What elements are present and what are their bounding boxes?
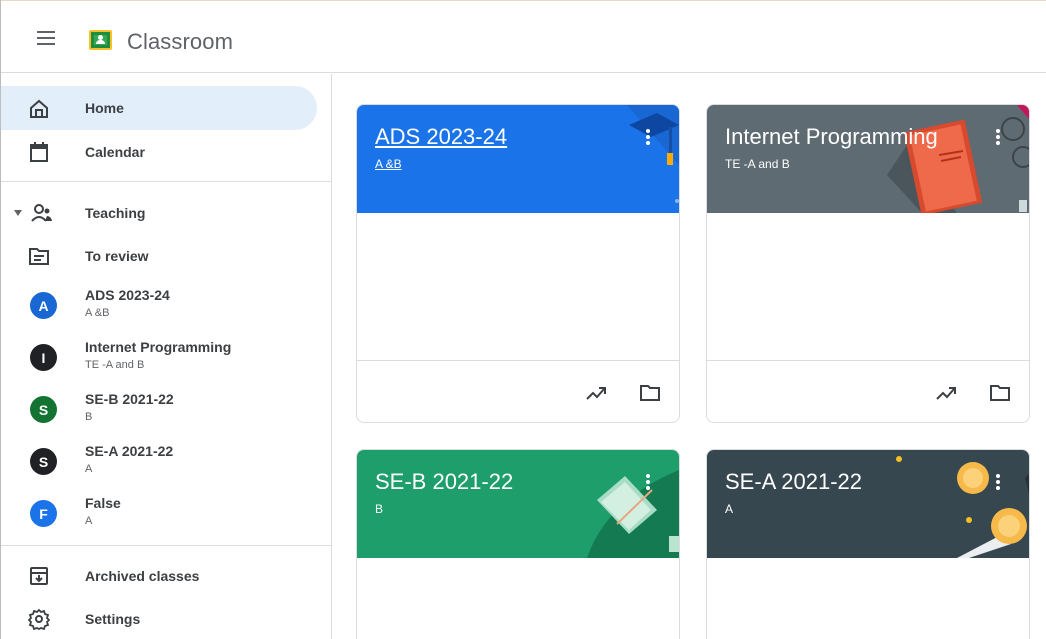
class-section: TE -A and B <box>85 359 145 371</box>
class-card[interactable]: ADS 2023-24 A &B <box>356 104 680 423</box>
class-section: A <box>85 463 93 475</box>
sidebar-item-class[interactable]: S SE-A 2021-22 A <box>1 436 317 486</box>
class-card[interactable]: SE-A 2021-22 A <box>706 449 1030 639</box>
sidebar-item-label: To review <box>85 248 149 264</box>
app-title[interactable]: Classroom <box>127 29 233 55</box>
banner-illustration <box>587 470 679 558</box>
sidebar-item-calendar[interactable]: Calendar <box>1 130 317 174</box>
card-banner[interactable]: Internet Programming TE -A and B <box>707 105 1029 213</box>
classroom-logo-icon[interactable] <box>89 30 112 50</box>
sidebar-item-home[interactable]: Home <box>1 86 317 130</box>
trending-up-icon[interactable] <box>935 383 957 403</box>
sidebar-divider <box>1 181 331 182</box>
sidebar-item-settings[interactable]: Settings <box>1 597 317 639</box>
sidebar-item-label: Home <box>85 100 124 116</box>
sidebar-item-label: Settings <box>85 611 141 627</box>
class-name: SE-A 2021-22 <box>85 443 174 459</box>
class-card[interactable]: SE-B 2021-22 B <box>356 449 680 639</box>
home-icon <box>30 99 48 118</box>
folder-icon[interactable] <box>989 383 1011 403</box>
banner-illustration <box>627 105 679 203</box>
class-section: B <box>85 411 93 423</box>
people-icon <box>31 204 52 222</box>
sidebar-item-class[interactable]: I Internet Programming TE -A and B <box>1 332 317 382</box>
sidebar-divider <box>1 545 331 546</box>
sidebar-item-class[interactable]: F False A <box>1 488 317 538</box>
sidebar-item-label: Teaching <box>85 205 146 221</box>
gear-icon <box>28 608 50 630</box>
folder-icon[interactable] <box>639 383 661 403</box>
sidebar-item-archived[interactable]: Archived classes <box>1 554 317 598</box>
avatar: F <box>30 500 57 527</box>
review-folder-icon <box>29 248 49 265</box>
more-vert-icon[interactable] <box>995 472 1001 492</box>
card-footer <box>707 360 1029 422</box>
avatar: A <box>30 292 57 319</box>
class-section: A &B <box>85 307 110 319</box>
sidebar-item-label: Archived classes <box>85 568 200 584</box>
card-footer <box>357 360 679 422</box>
card-section[interactable]: B <box>375 502 383 516</box>
class-name: Internet Programming <box>85 339 232 355</box>
archive-icon <box>30 567 48 585</box>
class-section: A <box>85 515 93 527</box>
card-title[interactable]: SE-A 2021-22 <box>725 469 862 495</box>
card-title[interactable]: SE-B 2021-22 <box>375 469 513 495</box>
class-card[interactable]: Internet Programming TE -A and B <box>706 104 1030 423</box>
menu-icon[interactable] <box>37 31 55 45</box>
trending-up-icon[interactable] <box>585 383 607 403</box>
calendar-icon <box>30 142 48 162</box>
avatar: I <box>30 344 57 371</box>
class-name: False <box>85 495 121 511</box>
app-header: Classroom <box>1 1 1046 73</box>
card-banner[interactable]: SE-A 2021-22 A <box>707 450 1029 558</box>
sidebar-item-to-review[interactable]: To review <box>1 234 317 278</box>
class-name: SE-B 2021-22 <box>85 391 174 407</box>
banner-illustration <box>896 456 1029 558</box>
sidebar-item-teaching[interactable]: Teaching <box>1 191 317 235</box>
card-section[interactable]: A <box>725 502 733 516</box>
more-vert-icon[interactable] <box>645 472 651 492</box>
more-vert-icon[interactable] <box>995 127 1001 147</box>
avatar: S <box>30 448 57 475</box>
card-banner[interactable]: ADS 2023-24 A &B <box>357 105 679 213</box>
class-name: ADS 2023-24 <box>85 287 170 303</box>
card-section[interactable]: A &B <box>375 157 402 171</box>
sidebar: Home Calendar Teaching To review A ADS 2… <box>1 74 332 639</box>
sidebar-item-class[interactable]: A ADS 2023-24 A &B <box>1 280 317 330</box>
caret-down-icon[interactable] <box>13 209 23 217</box>
avatar: S <box>30 396 57 423</box>
sidebar-item-class[interactable]: S SE-B 2021-22 B <box>1 384 317 434</box>
card-title[interactable]: Internet Programming <box>725 124 938 150</box>
card-section[interactable]: TE -A and B <box>725 157 790 171</box>
card-title[interactable]: ADS 2023-24 <box>375 124 507 150</box>
card-banner[interactable]: SE-B 2021-22 B <box>357 450 679 558</box>
more-vert-icon[interactable] <box>645 127 651 147</box>
sidebar-item-label: Calendar <box>85 144 145 160</box>
